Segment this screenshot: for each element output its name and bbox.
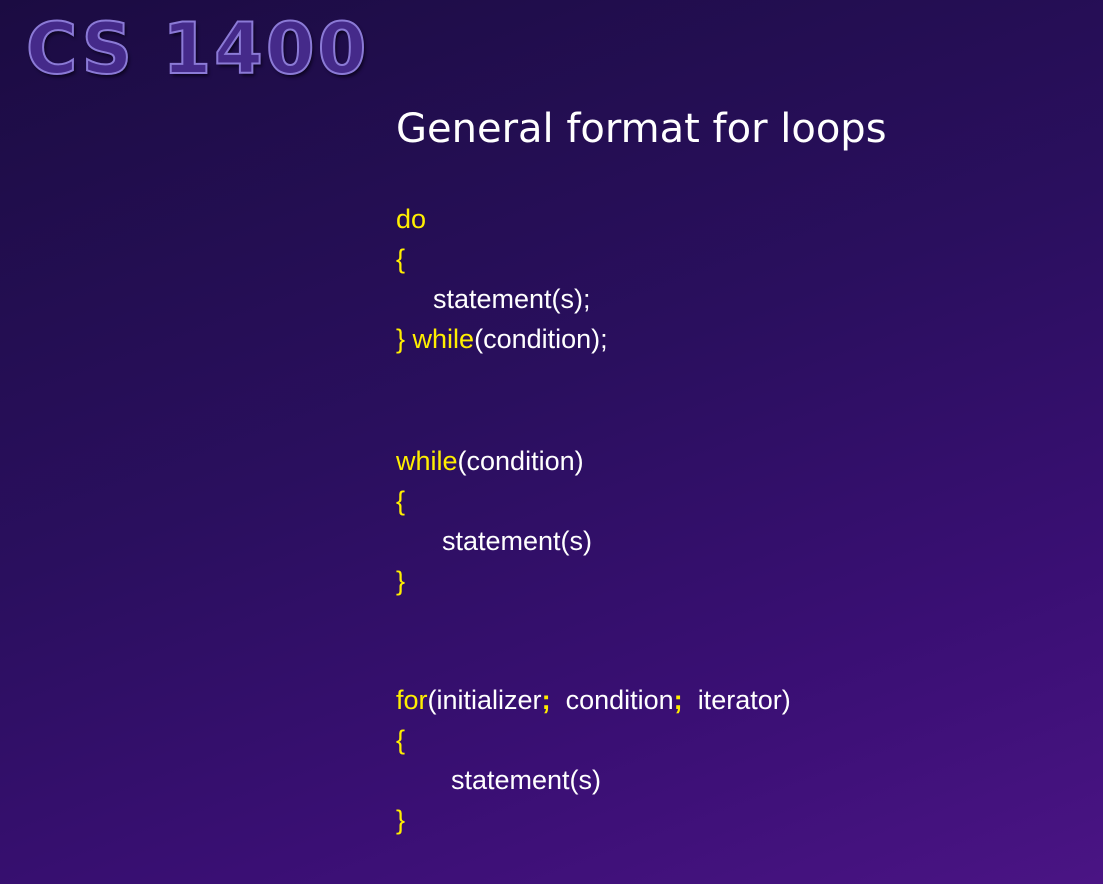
do-close-line: } while(condition);: [396, 319, 608, 359]
while-block: while(condition) { statement(s) }: [396, 441, 592, 601]
slide-title: General format for loops: [396, 106, 887, 152]
for-condition: condition: [565, 685, 674, 715]
while-close-brace: }: [396, 566, 406, 596]
for-close-brace: }: [396, 805, 406, 835]
do-while-block: do { statement(s); } while(condition);: [396, 199, 608, 359]
do-open-brace: {: [396, 244, 406, 274]
while-close-brace-line: }: [396, 561, 592, 601]
for-body-line: statement(s): [396, 760, 791, 800]
while-body-statement: statement(s): [442, 526, 593, 556]
do-close-brace: }: [396, 324, 406, 354]
for-block: for(initializer; condition; iterator) { …: [396, 680, 791, 840]
while-open-brace-line: {: [396, 481, 592, 521]
do-body-line: statement(s);: [396, 279, 608, 319]
while-keyword: while: [396, 446, 458, 476]
do-while-condition: (condition);: [474, 324, 608, 354]
do-body-statement: statement(s);: [433, 284, 591, 314]
while-body-line: statement(s): [396, 521, 592, 561]
course-logo: CS 1400: [25, 7, 370, 91]
do-while-keyword: while: [412, 324, 475, 354]
for-open-brace: {: [396, 725, 406, 755]
do-open-brace-line: {: [396, 239, 608, 279]
while-line: while(condition): [396, 441, 592, 481]
for-open-brace-line: {: [396, 720, 791, 760]
while-condition: (condition): [457, 446, 584, 476]
for-iterator: iterator): [697, 685, 791, 715]
for-line: for(initializer; condition; iterator): [396, 680, 791, 720]
while-open-brace: {: [396, 486, 406, 516]
for-body-statement: statement(s): [451, 765, 602, 795]
do-keyword: do: [396, 204, 427, 234]
for-semicolon-1: ;: [541, 685, 551, 715]
for-open-paren: (: [427, 685, 437, 715]
for-initializer: initializer: [436, 685, 542, 715]
do-line: do: [396, 199, 608, 239]
for-close-brace-line: }: [396, 800, 791, 840]
for-semicolon-2: ;: [673, 685, 683, 715]
for-keyword: for: [396, 685, 428, 715]
